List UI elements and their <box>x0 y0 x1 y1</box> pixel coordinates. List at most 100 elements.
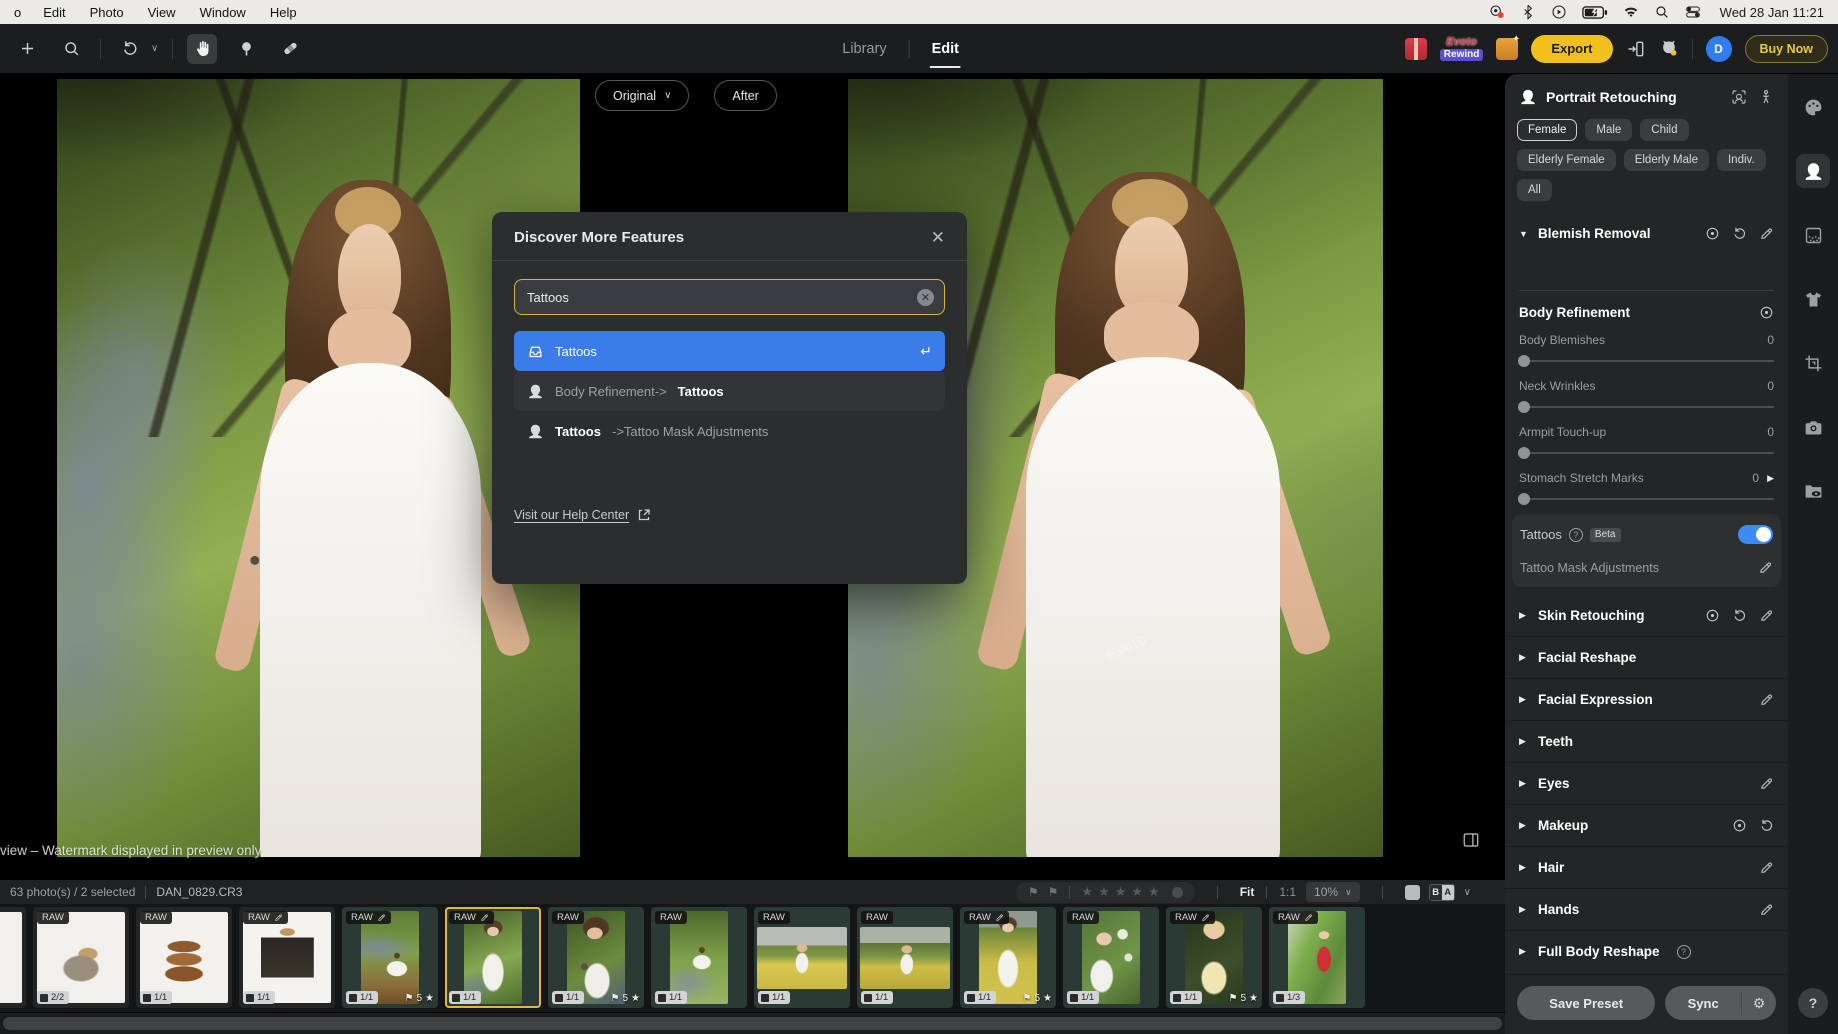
zoom-tool-button[interactable] <box>231 34 261 64</box>
edit-icon[interactable] <box>1759 776 1774 791</box>
spotlight-icon[interactable] <box>1654 4 1670 20</box>
close-icon[interactable]: ✕ <box>931 229 945 246</box>
zoom-fit-button[interactable]: Fit <box>1240 885 1255 899</box>
slider-knob[interactable] <box>1518 493 1530 505</box>
slider-track[interactable] <box>1519 360 1774 362</box>
control-center-icon[interactable] <box>1685 4 1701 20</box>
edit-icon[interactable] <box>1759 608 1774 623</box>
filmstrip-scrollbar[interactable] <box>0 1013 1505 1034</box>
edit-icon[interactable] <box>1759 860 1774 875</box>
visibility-icon[interactable] <box>1732 818 1747 833</box>
section-makeup[interactable]: ▶Makeup <box>1505 804 1788 846</box>
visibility-icon[interactable] <box>1759 305 1774 320</box>
user-avatar[interactable]: D <box>1706 36 1732 62</box>
face-detect-icon[interactable] <box>1731 89 1747 105</box>
filmstrip-thumbnail[interactable]: RAW1/1 <box>1063 907 1159 1008</box>
hand-tool-button[interactable] <box>187 34 217 64</box>
playback-icon[interactable] <box>1551 4 1567 20</box>
tattoos-toggle[interactable] <box>1738 525 1773 544</box>
original-view-dropdown[interactable]: Original ∨ <box>595 80 689 111</box>
category-pill-elderly-female[interactable]: Elderly Female <box>1517 149 1616 171</box>
rail-crop-icon[interactable] <box>1796 346 1830 380</box>
filmstrip-thumbnail[interactable]: RAW1/1 <box>651 907 747 1008</box>
filmstrip-thumbnail[interactable]: RAW1/1 <box>857 907 953 1008</box>
tattoo-mask-row[interactable]: Tattoo Mask Adjustments <box>1520 560 1773 575</box>
rail-clothes-icon[interactable] <box>1796 282 1830 316</box>
tab-edit[interactable]: Edit <box>930 37 961 61</box>
slider-track[interactable] <box>1519 498 1774 500</box>
clear-search-icon[interactable]: ✕ <box>917 289 934 306</box>
screen-record-icon[interactable] <box>1489 4 1505 20</box>
filmstrip-thumbnail[interactable]: RAW1/1 <box>754 907 850 1008</box>
slider-knob[interactable] <box>1518 401 1530 413</box>
info-icon[interactable]: ? <box>1677 945 1691 959</box>
present-promo-icon[interactable] <box>1496 38 1518 60</box>
edit-icon[interactable] <box>1759 226 1774 241</box>
export-queue-icon[interactable] <box>1626 39 1646 59</box>
category-pill-indiv-[interactable]: Indiv. <box>1717 149 1766 171</box>
filmstrip-thumbnail[interactable]: RAW1/1⚑5★ <box>960 907 1056 1008</box>
section-skin-retouching[interactable]: ▶Skin Retouching <box>1505 595 1788 636</box>
slider-track[interactable] <box>1519 452 1774 454</box>
menu-item-window[interactable]: Window <box>200 5 246 20</box>
slider-track[interactable] <box>1519 406 1774 408</box>
flag-pick-icon[interactable]: ⚑ <box>1028 885 1039 899</box>
section-teeth[interactable]: ▶Teeth <box>1505 720 1788 762</box>
add-photos-button[interactable] <box>12 34 42 64</box>
wifi-icon[interactable] <box>1623 4 1639 20</box>
filmstrip-thumbnail[interactable]: RAW1/1⚑5★ <box>548 907 644 1008</box>
section-hair[interactable]: ▶Hair <box>1505 846 1788 888</box>
star-icon[interactable]: ★ <box>1081 884 1093 900</box>
menu-item-photo[interactable]: Photo <box>90 5 124 20</box>
section-full-body-reshape[interactable]: ▶Full Body Reshape? <box>1505 930 1788 972</box>
star-icon[interactable]: ★ <box>1115 884 1127 900</box>
rail-camera-icon[interactable] <box>1796 410 1830 444</box>
category-pill-female[interactable]: Female <box>1517 119 1577 141</box>
bluetooth-icon[interactable] <box>1520 4 1536 20</box>
evoto-rewind-button[interactable]: Evoto Rewind <box>1440 37 1484 61</box>
category-pill-all[interactable]: All <box>1517 179 1552 201</box>
rail-portrait-icon[interactable] <box>1796 154 1830 188</box>
section-eyes[interactable]: ▶Eyes <box>1505 762 1788 804</box>
category-pill-male[interactable]: Male <box>1585 119 1632 141</box>
tab-library[interactable]: Library <box>840 37 888 61</box>
app-menu-partial[interactable]: o <box>14 5 21 20</box>
section-hands[interactable]: ▶Hands <box>1505 888 1788 930</box>
filmstrip-thumbnail[interactable]: RAW1/1 <box>136 907 232 1008</box>
scrollbar-thumb[interactable] <box>3 1017 1502 1030</box>
menu-item-edit[interactable]: Edit <box>43 5 65 20</box>
menu-item-help[interactable]: Help <box>270 5 297 20</box>
category-pill-elderly-male[interactable]: Elderly Male <box>1624 149 1709 171</box>
rail-palette-icon[interactable] <box>1796 90 1830 124</box>
battery-icon[interactable] <box>1582 6 1608 19</box>
spot-removal-tool-button[interactable] <box>275 34 305 64</box>
export-button[interactable]: Export <box>1531 35 1612 63</box>
rewards-cat-icon[interactable] <box>1659 39 1679 59</box>
sync-settings-gear-icon[interactable]: ⚙ <box>1742 986 1776 1020</box>
star-icon[interactable]: ★ <box>1148 884 1160 900</box>
search-button[interactable] <box>56 34 86 64</box>
slider-knob[interactable] <box>1518 447 1530 459</box>
help-button[interactable]: ? <box>1798 988 1828 1018</box>
visibility-icon[interactable] <box>1705 608 1720 623</box>
gift-promo-icon[interactable] <box>1405 38 1427 60</box>
save-preset-button[interactable]: Save Preset <box>1517 986 1655 1020</box>
color-label-icon[interactable] <box>1172 887 1183 898</box>
rail-folder-preview-icon[interactable] <box>1796 474 1830 508</box>
expand-arrow-icon[interactable]: ▶ <box>1767 473 1774 484</box>
before-after-view-icon[interactable]: BA <box>1429 884 1455 901</box>
section-facial-reshape[interactable]: ▶Facial Reshape <box>1505 636 1788 678</box>
filmstrip-thumbnail[interactable] <box>0 907 26 1008</box>
undo-history-chevron-icon[interactable]: ∨ <box>151 43 158 54</box>
visibility-icon[interactable] <box>1705 226 1720 241</box>
chevron-down-icon[interactable]: ∨ <box>1464 887 1471 898</box>
search-result-row[interactable]: Tattoos↵ <box>514 331 945 371</box>
undo-button[interactable] <box>115 34 145 64</box>
reset-icon[interactable] <box>1732 226 1747 241</box>
search-result-row[interactable]: Body Refinement->Tattoos <box>514 371 945 411</box>
search-result-row[interactable]: Tattoos->Tattoo Mask Adjustments <box>514 411 945 451</box>
star-icon[interactable]: ★ <box>1098 884 1110 900</box>
buy-now-button[interactable]: Buy Now <box>1745 35 1828 63</box>
slider-knob[interactable] <box>1518 355 1530 367</box>
reset-icon[interactable] <box>1759 818 1774 833</box>
